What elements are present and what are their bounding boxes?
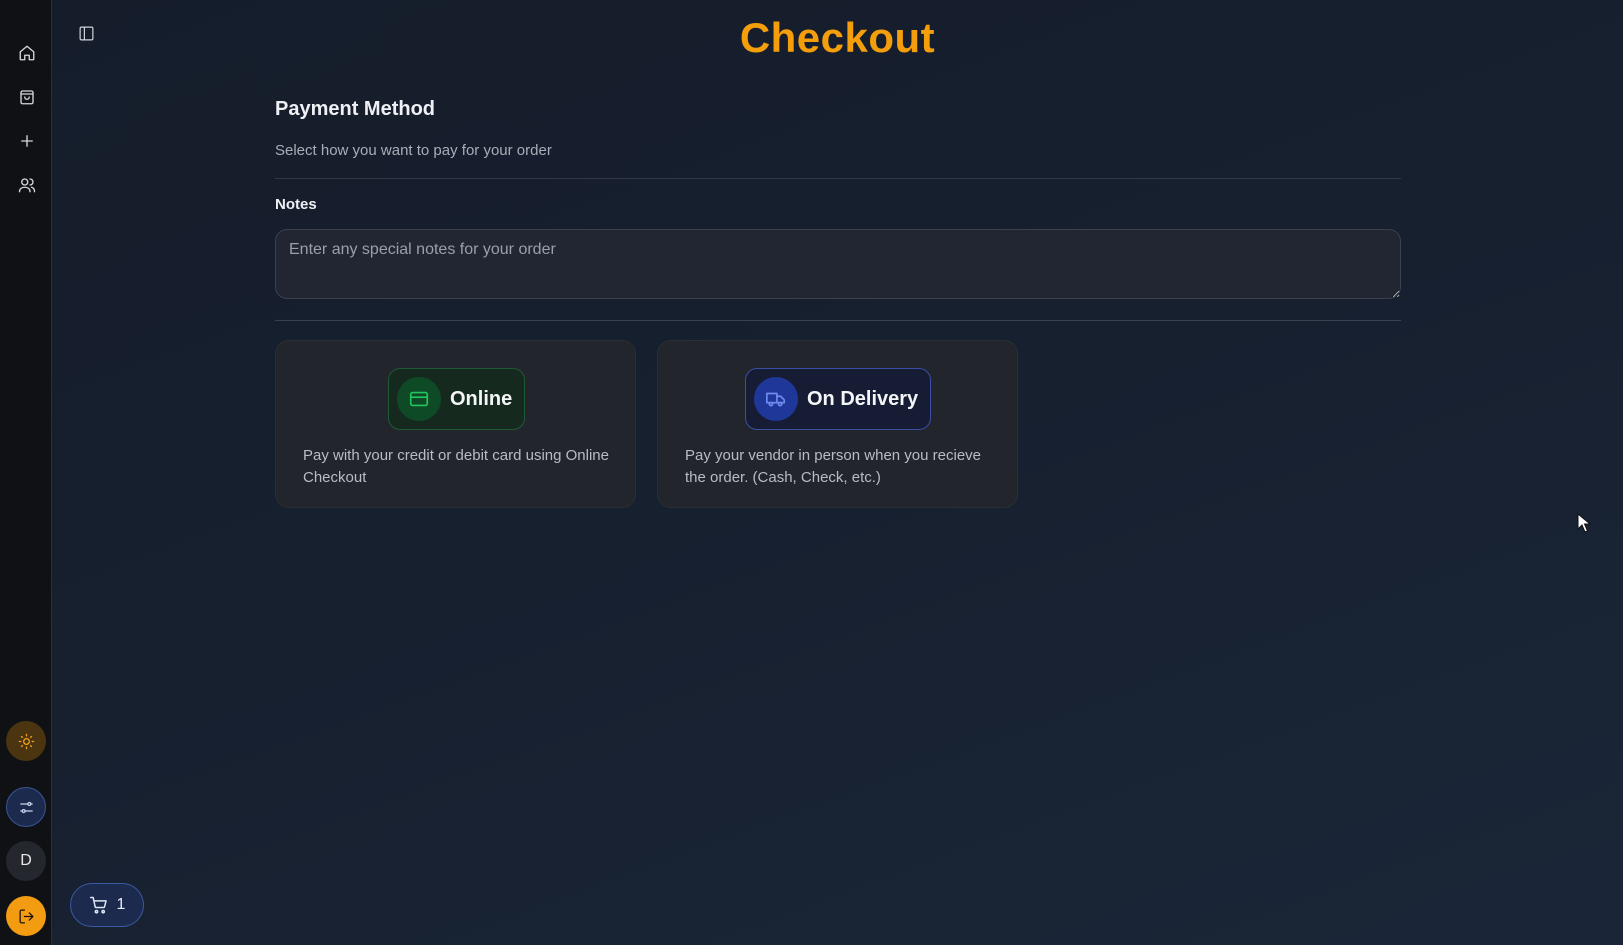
payment-option-online[interactable]: Online Pay with your credit or debit car… — [275, 340, 636, 508]
plus-icon[interactable] — [16, 130, 38, 152]
cart-count: 1 — [116, 896, 126, 913]
avatar[interactable]: D — [6, 841, 46, 881]
payment-method-subtitle: Select how you want to pay for your orde… — [275, 142, 552, 159]
app-root: D Checkout Payment Method Select how you… — [0, 0, 1623, 945]
on-delivery-description: Pay your vendor in person when you recie… — [685, 447, 982, 486]
truck-icon — [754, 377, 798, 421]
payment-option-on-delivery[interactable]: On Delivery Pay your vendor in person wh… — [657, 340, 1018, 508]
checkout-content: Payment Method Select how you want to pa… — [275, 98, 1401, 508]
sun-icon — [18, 733, 34, 749]
home-icon[interactable] — [16, 42, 38, 64]
settings-sliders-button[interactable] — [6, 787, 46, 827]
divider — [275, 320, 1401, 321]
sidebar: D — [0, 0, 52, 945]
logout-icon — [18, 908, 34, 924]
users-icon[interactable] — [16, 174, 38, 196]
notes-input[interactable] — [275, 229, 1401, 299]
payment-method-title: Payment Method — [275, 98, 436, 120]
online-label: Online — [450, 387, 513, 410]
page-title: Checkout — [739, 14, 936, 61]
cart-button[interactable]: 1 — [70, 883, 144, 927]
on-delivery-badge: On Delivery — [745, 368, 932, 430]
online-description: Pay with your credit or debit card using… — [303, 447, 609, 486]
online-badge: Online — [388, 368, 526, 430]
on-delivery-label: On Delivery — [807, 387, 919, 410]
theme-toggle-button[interactable] — [6, 721, 46, 761]
mouse-cursor-icon — [1577, 513, 1591, 533]
notes-label: Notes — [275, 196, 317, 213]
shopping-bag-icon[interactable] — [16, 86, 38, 108]
sliders-icon — [19, 801, 33, 813]
divider — [275, 178, 1401, 179]
cart-icon — [89, 896, 107, 914]
credit-card-icon — [397, 377, 441, 421]
payment-options: Online Pay with your credit or debit car… — [275, 340, 1401, 508]
logout-button[interactable] — [6, 896, 46, 936]
